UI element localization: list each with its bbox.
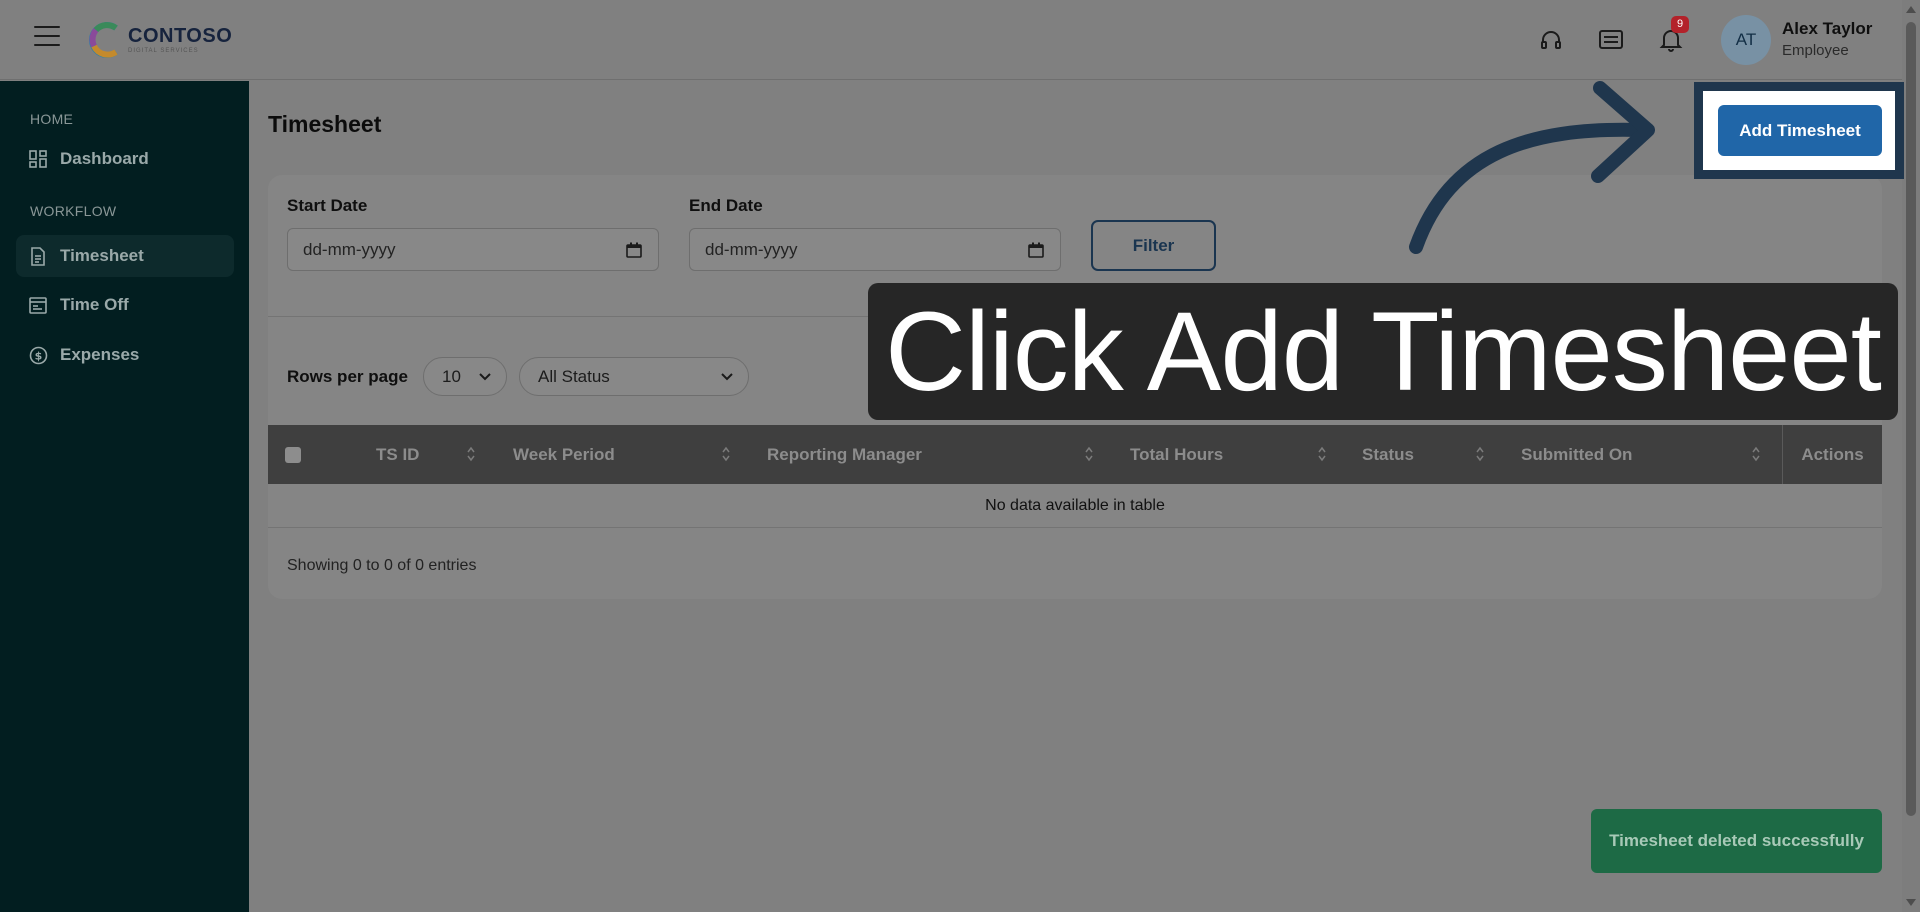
- instruction-caption: Click Add Timesheet: [868, 283, 1898, 420]
- pointer-arrow-icon: [1409, 81, 1655, 254]
- end-date-placeholder: dd-mm-yyyy: [705, 239, 798, 259]
- message-icon[interactable]: [1595, 24, 1627, 56]
- filter-button[interactable]: Filter: [1091, 220, 1216, 271]
- page-scrollbar[interactable]: [1902, 0, 1920, 912]
- column-total-hours[interactable]: Total Hours: [1130, 425, 1223, 484]
- add-timesheet-button[interactable]: Add Timesheet: [1718, 105, 1882, 156]
- scroll-up-arrow-icon[interactable]: [1906, 6, 1916, 13]
- sort-icon[interactable]: [721, 445, 731, 463]
- brand-name: CONTOSO: [128, 25, 233, 47]
- document-icon: [28, 246, 48, 266]
- end-date-label: End Date: [689, 196, 763, 215]
- sort-icon[interactable]: [1317, 445, 1327, 463]
- status-filter-select[interactable]: All Status: [519, 357, 749, 396]
- calendar-picker-icon[interactable]: [1028, 242, 1044, 258]
- column-week-period[interactable]: Week Period: [513, 425, 615, 484]
- sidebar-item-time-off[interactable]: Time Off: [16, 284, 234, 326]
- sidebar-item-label: Timesheet: [60, 246, 144, 265]
- sort-icon[interactable]: [466, 445, 476, 463]
- scroll-down-arrow-icon[interactable]: [1906, 899, 1916, 906]
- sidebar-item-label: Time Off: [60, 295, 129, 314]
- start-date-label: Start Date: [287, 196, 368, 215]
- column-submitted-on[interactable]: Submitted On: [1521, 425, 1632, 484]
- sidebar-item-expenses[interactable]: $ Expenses: [16, 334, 234, 376]
- user-name[interactable]: Alex Taylor: [1782, 19, 1872, 39]
- notification-badge: 9: [1671, 16, 1689, 33]
- chevron-down-icon: [479, 373, 491, 381]
- calendar-icon: [28, 295, 48, 315]
- sort-icon[interactable]: [1751, 445, 1761, 463]
- column-status[interactable]: Status: [1362, 425, 1414, 484]
- brand-logo[interactable]: CONTOSO DIGITAL SERVICES: [86, 20, 232, 60]
- dollar-circle-icon: $: [28, 345, 48, 365]
- sidebar: HOME Dashboard WORKFLOW Timesheet Time O…: [0, 81, 249, 912]
- start-date-input[interactable]: dd-mm-yyyy: [287, 228, 659, 271]
- headset-icon[interactable]: [1535, 24, 1567, 56]
- rows-per-page-label: Rows per page: [287, 367, 408, 386]
- menu-icon[interactable]: [34, 26, 60, 48]
- page-title: Timesheet: [268, 111, 382, 137]
- end-date-input[interactable]: dd-mm-yyyy: [689, 228, 1061, 271]
- chevron-down-icon: [721, 373, 733, 381]
- sidebar-item-timesheet[interactable]: Timesheet: [16, 235, 234, 277]
- rows-per-page-value: 10: [442, 366, 461, 386]
- svg-text:$: $: [34, 349, 42, 362]
- top-header: CONTOSO DIGITAL SERVICES 9 AT Alex Taylo…: [0, 0, 1902, 80]
- sidebar-item-dashboard[interactable]: Dashboard: [16, 138, 234, 180]
- sidebar-section-workflow: WORKFLOW: [30, 203, 117, 219]
- rows-per-page-select[interactable]: 10: [423, 357, 507, 396]
- bell-icon[interactable]: 9: [1655, 16, 1689, 56]
- dashboard-icon: [28, 149, 48, 169]
- select-all-checkbox[interactable]: [285, 447, 301, 463]
- sidebar-item-label: Expenses: [60, 345, 140, 364]
- sort-icon[interactable]: [1475, 445, 1485, 463]
- contoso-logo-icon: [89, 22, 118, 58]
- status-filter-value: All Status: [538, 366, 610, 386]
- scrollbar-thumb[interactable]: [1906, 22, 1916, 816]
- user-role: Employee: [1782, 42, 1849, 59]
- sidebar-section-home: HOME: [30, 111, 74, 127]
- table-info: Showing 0 to 0 of 0 entries: [287, 557, 477, 574]
- calendar-picker-icon[interactable]: [626, 242, 642, 258]
- column-reporting-manager[interactable]: Reporting Manager: [767, 425, 922, 484]
- sort-icon[interactable]: [1084, 445, 1094, 463]
- table-header: TS ID Week Period Reporting Manager Tota…: [268, 425, 1882, 484]
- success-toast[interactable]: Timesheet deleted successfully: [1591, 809, 1882, 873]
- column-actions: Actions: [1782, 425, 1882, 484]
- table-empty-row: No data available in table: [268, 484, 1882, 528]
- column-ts-id[interactable]: TS ID: [376, 425, 419, 484]
- sidebar-item-label: Dashboard: [60, 149, 149, 168]
- brand-subtitle: DIGITAL SERVICES: [128, 48, 199, 54]
- avatar[interactable]: AT: [1721, 15, 1771, 65]
- start-date-placeholder: dd-mm-yyyy: [303, 239, 396, 259]
